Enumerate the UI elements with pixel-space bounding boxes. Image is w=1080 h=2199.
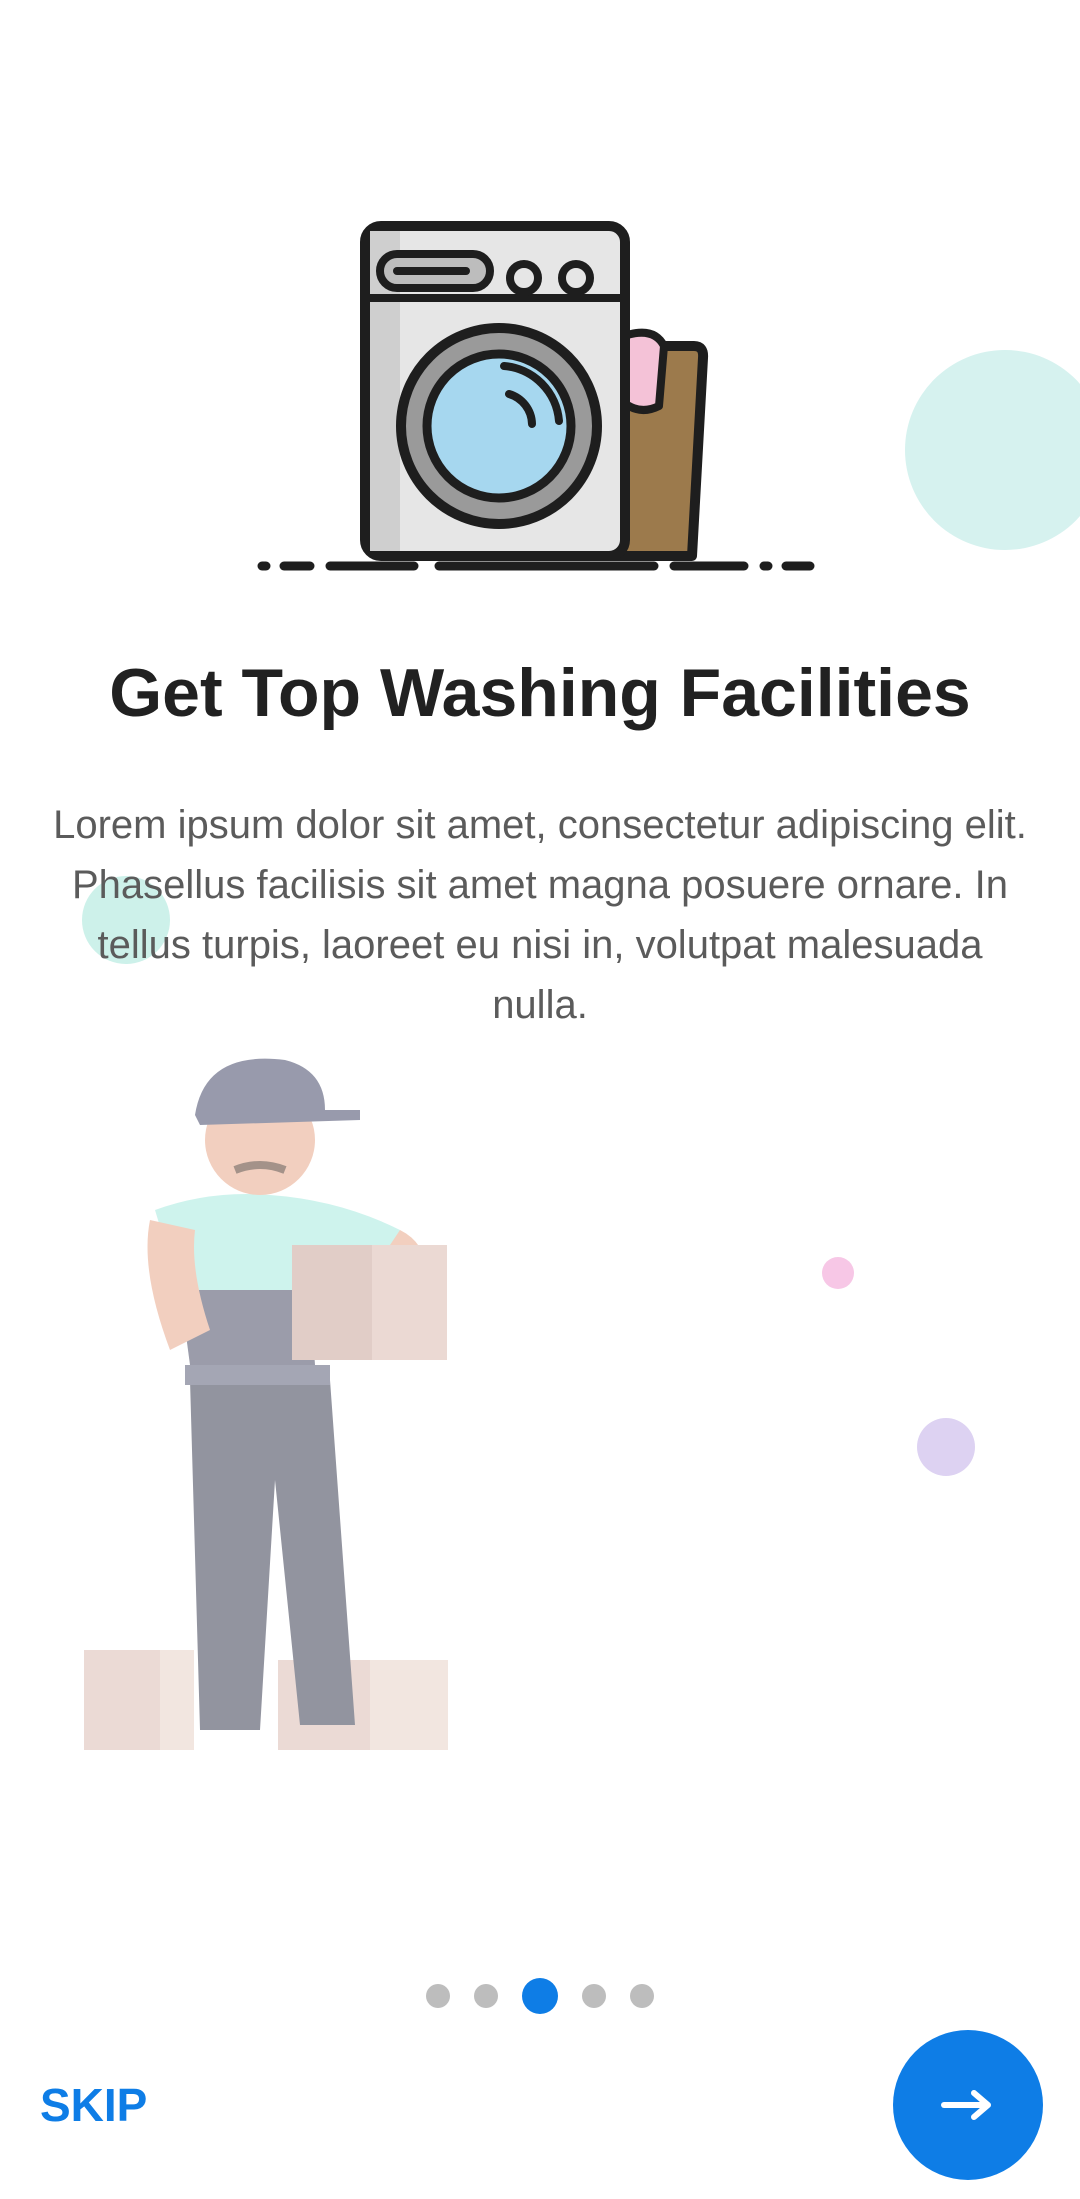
washing-machine-illustration bbox=[257, 221, 815, 571]
onboarding-title: Get Top Washing Facilities bbox=[109, 655, 971, 731]
onboarding-description: Lorem ipsum dolor sit amet, consectetur … bbox=[53, 803, 1027, 1027]
page-dot-1 bbox=[426, 1984, 450, 2008]
arrow-right-icon bbox=[941, 2090, 991, 2120]
page-indicator bbox=[0, 1978, 1080, 2014]
page-dot-5 bbox=[630, 1984, 654, 2008]
page-dot-4 bbox=[582, 1984, 606, 2008]
skip-button[interactable]: SKIP bbox=[40, 2075, 147, 2135]
decorative-circle bbox=[917, 1418, 975, 1476]
decorative-circle bbox=[905, 350, 1080, 550]
page-dot-3-active bbox=[522, 1978, 558, 2014]
onboarding-screen: Get Top Washing Facilities Lorem ipsum d… bbox=[0, 0, 1080, 2199]
page-dot-2 bbox=[474, 1984, 498, 2008]
decorative-circle bbox=[822, 1257, 854, 1289]
next-button[interactable] bbox=[893, 2030, 1043, 2180]
delivery-man-illustration bbox=[84, 1058, 448, 1750]
